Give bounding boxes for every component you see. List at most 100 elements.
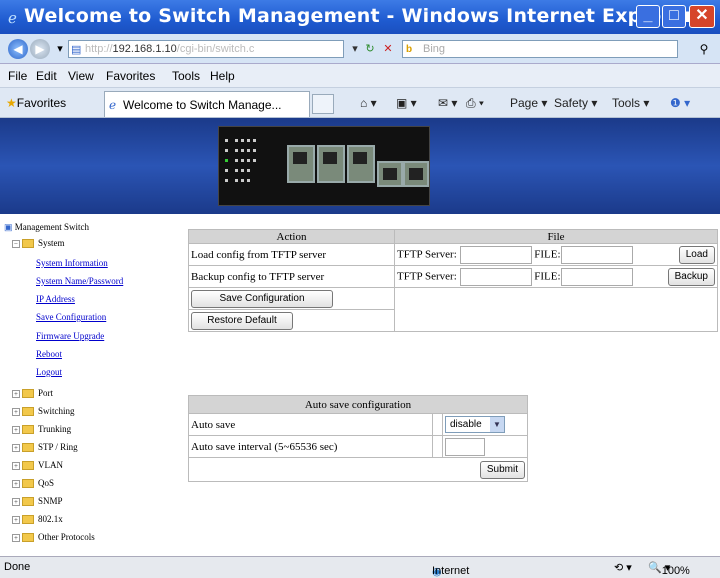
backup-file-input[interactable] xyxy=(560,267,633,286)
auto-save-select[interactable]: disable ▼ xyxy=(445,416,505,433)
page-icon: ℯ xyxy=(109,98,117,112)
favorites-bar: ★Favorites ℯ Welcome to Switch Manage...… xyxy=(0,88,720,118)
table-row: Submit xyxy=(188,457,528,482)
tree-link-reboot[interactable]: Reboot xyxy=(36,349,62,359)
folder-icon xyxy=(22,389,34,399)
submit-button[interactable]: Submit xyxy=(479,460,525,479)
port-5[interactable] xyxy=(403,161,429,187)
tools-menu[interactable]: Tools ▾ xyxy=(612,96,649,110)
tree-link-system-name-password[interactable]: System Name/Password xyxy=(36,276,123,286)
menu-help[interactable]: Help xyxy=(210,69,235,83)
tree-folder-8021x[interactable]: +802.1x xyxy=(12,514,63,525)
tree-link-save-configuration[interactable]: Save Configuration xyxy=(36,312,106,322)
address-dropdown-icon[interactable]: ▾ xyxy=(347,41,363,57)
stop-icon[interactable]: ✕ xyxy=(380,41,396,57)
tree-system[interactable]: − System xyxy=(12,238,65,249)
favorites-button[interactable]: ★Favorites xyxy=(6,96,66,110)
tree-root[interactable]: ▣ Management Switch xyxy=(4,222,89,233)
zoom-level[interactable]: 🔍 100% ▾ xyxy=(648,561,690,577)
tree-folder-vlan[interactable]: + VLAN xyxy=(12,460,63,471)
header-banner xyxy=(0,118,720,214)
forward-button[interactable]: ▶ xyxy=(30,39,50,59)
print-icon[interactable]: ⎙ ▾ xyxy=(466,96,484,111)
history-dropdown-icon[interactable]: ▾ xyxy=(52,41,68,57)
switch-front-panel-image xyxy=(218,126,430,206)
close-button[interactable]: ✕ xyxy=(689,5,715,28)
mail-icon[interactable]: ✉ ▾ xyxy=(438,96,457,110)
table-row: Load config from TFTP server TFTP Server… xyxy=(188,243,719,266)
action-header: Action xyxy=(188,229,395,244)
refresh-icon[interactable]: ↻ xyxy=(362,41,378,57)
restore-default-button[interactable]: Restore Default xyxy=(191,311,293,330)
table-row: Auto save disable ▼ xyxy=(188,413,528,436)
feeds-icon[interactable]: ▣ ▾ xyxy=(396,96,417,110)
backup-config-label: Backup config to TFTP server xyxy=(188,265,395,288)
maximize-button[interactable]: □ xyxy=(662,5,686,28)
safety-menu[interactable]: Safety ▾ xyxy=(554,96,597,110)
page-icon: ▤ xyxy=(71,44,82,56)
auto-save-interval-input[interactable] xyxy=(445,437,485,456)
folder-icon xyxy=(22,443,34,453)
protected-mode-icon[interactable]: ⟲ ▾ xyxy=(614,561,632,574)
tree-link-ip-address[interactable]: IP Address xyxy=(36,294,75,304)
folder-icon xyxy=(22,497,34,507)
search-input[interactable]: b Bing xyxy=(402,40,678,58)
menu-file[interactable]: File xyxy=(8,69,27,83)
port-2[interactable] xyxy=(317,145,345,183)
menu-favorites[interactable]: Favorites xyxy=(106,69,155,83)
table-row: Save Configuration xyxy=(188,287,718,310)
port-4[interactable] xyxy=(377,161,403,187)
save-configuration-button[interactable]: Save Configuration xyxy=(191,289,333,308)
address-toolbar: ◀ ▶ ▾ ▤ http://192.168.1.10/cgi-bin/swit… xyxy=(0,34,720,64)
tree-link-logout[interactable]: Logout xyxy=(36,367,62,377)
address-input[interactable]: ▤ http://192.168.1.10/cgi-bin/switch.c xyxy=(68,40,344,58)
computer-icon: ▣ xyxy=(4,222,13,232)
tree-folder-port[interactable]: + Port xyxy=(12,388,53,399)
tree-folder-snmp[interactable]: + SNMP xyxy=(12,496,63,507)
auto-save-interval-label: Auto save interval (5~65536 sec) xyxy=(188,435,433,458)
tab-switch-management[interactable]: ℯ Welcome to Switch Manage... xyxy=(104,91,310,117)
port-1[interactable] xyxy=(287,145,315,183)
chevron-down-icon[interactable]: ▼ xyxy=(490,417,504,432)
menu-edit[interactable]: Edit xyxy=(36,69,57,83)
load-button[interactable]: Load xyxy=(678,245,715,264)
folder-icon xyxy=(22,515,34,525)
search-icon[interactable]: ⚲ xyxy=(694,40,714,58)
window-title: Welcome to Switch Management - Windows I… xyxy=(24,5,694,27)
folder-icon xyxy=(22,425,34,435)
tree-link-firmware-upgrade[interactable]: Firmware Upgrade xyxy=(36,331,104,341)
folder-icon xyxy=(22,239,34,249)
tree-folder-switching[interactable]: + Switching xyxy=(12,406,75,417)
backup-tftp-server-input[interactable] xyxy=(459,267,532,286)
port-3[interactable] xyxy=(347,145,375,183)
menu-bar: File Edit View Favorites Tools Help xyxy=(0,64,720,88)
load-file-input[interactable] xyxy=(560,245,633,264)
window-title-bar: ℯ Welcome to Switch Management - Windows… xyxy=(0,0,720,34)
table-row: Backup config to TFTP server TFTP Server… xyxy=(188,265,719,288)
backup-button[interactable]: Backup xyxy=(667,267,715,286)
tree-link-system-information[interactable]: System Information xyxy=(36,258,108,268)
folder-icon xyxy=(22,407,34,417)
tree-folder-stp-ring[interactable]: + STP / Ring xyxy=(12,442,78,453)
tree-folder-other-protocols[interactable]: + Other Protocols xyxy=(12,532,95,543)
status-text: Done xyxy=(4,561,31,573)
home-icon[interactable]: ⌂ ▾ xyxy=(360,96,377,110)
tftp-config-table: Action File Load config from TFTP server… xyxy=(188,229,719,332)
new-tab-button[interactable] xyxy=(312,94,334,114)
page-menu[interactable]: Page ▾ xyxy=(510,96,547,110)
folder-icon xyxy=(22,533,34,543)
bing-icon: b xyxy=(406,44,413,55)
back-button[interactable]: ◀ xyxy=(8,39,28,59)
tree-folder-qos[interactable]: + QoS xyxy=(12,478,54,489)
tree-folder-trunking[interactable]: + Trunking xyxy=(12,424,71,435)
collapse-icon[interactable]: − xyxy=(12,239,20,248)
folder-icon xyxy=(22,479,34,489)
status-bar: Done ◉ Internet ⟲ ▾ 🔍 100% ▾ xyxy=(0,556,720,578)
menu-tools[interactable]: Tools xyxy=(172,69,200,83)
status-leds xyxy=(225,139,265,195)
menu-view[interactable]: View xyxy=(68,69,94,83)
auto-save-label: Auto save xyxy=(188,413,433,436)
minimize-button[interactable]: _ xyxy=(636,5,660,28)
help-icon[interactable]: ❶ ▾ xyxy=(670,96,690,110)
load-tftp-server-input[interactable] xyxy=(459,245,532,264)
